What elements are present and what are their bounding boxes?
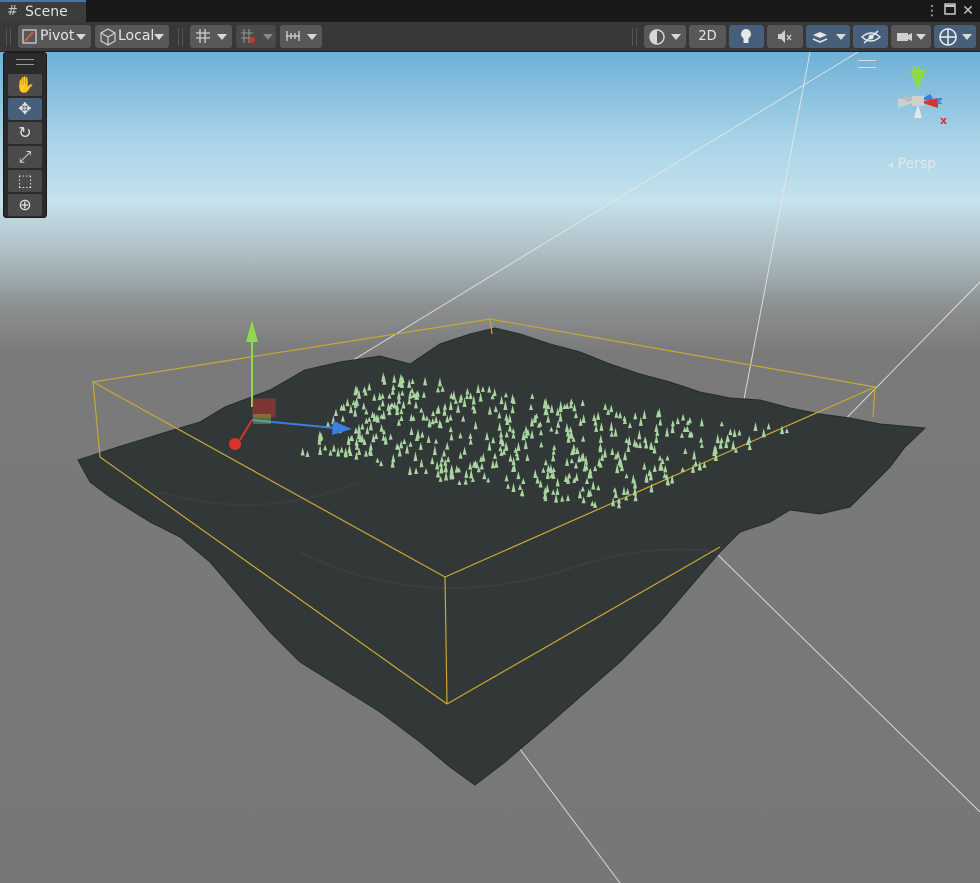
y-axis-label: y: [913, 62, 921, 75]
chevron-down-icon: [154, 34, 164, 40]
gizmo-menu-icon[interactable]: [858, 60, 876, 68]
chevron-down-icon: [263, 34, 273, 40]
move-tool-button[interactable]: ✥: [8, 98, 42, 120]
grid-icon: #: [7, 4, 18, 19]
transform-tool-button[interactable]: ⊕: [8, 194, 42, 216]
transform-icon: ⊕: [18, 195, 32, 214]
rect-tool-button[interactable]: ⬚: [8, 170, 42, 192]
chevron-down-icon: [217, 34, 227, 40]
camera-dropdown[interactable]: [891, 25, 931, 48]
draw-mode-dropdown[interactable]: [644, 25, 686, 48]
increment-snap-dropdown[interactable]: [236, 25, 276, 48]
scene-render: [77, 52, 980, 883]
move-arrows-icon: ✥: [18, 99, 32, 118]
maximize-icon[interactable]: [942, 2, 958, 20]
scale-tool-button[interactable]: ⤢: [8, 146, 42, 168]
scene-toolbar: Pivot Local 2D: [0, 22, 980, 52]
toolbar-separator: [632, 28, 637, 46]
audio-toggle[interactable]: [767, 25, 803, 48]
kebab-menu-icon[interactable]: ⋮: [924, 2, 940, 20]
tab-label: Scene: [25, 4, 68, 20]
scale-icon: ⤢: [18, 147, 32, 166]
rotate-icon: ↻: [18, 123, 32, 142]
toolbar-grip[interactable]: [6, 28, 11, 46]
scene-visibility-toggle[interactable]: [853, 25, 888, 48]
grid-snap-dropdown[interactable]: [190, 25, 232, 48]
lighting-toggle[interactable]: [729, 25, 764, 48]
pivot-dropdown[interactable]: Pivot: [18, 25, 91, 48]
chevron-down-icon: [836, 34, 846, 40]
rect-transform-icon: ⬚: [17, 171, 33, 190]
local-label: Local: [118, 28, 155, 44]
local-dropdown[interactable]: Local: [95, 25, 169, 48]
gizmos-dropdown[interactable]: [934, 25, 976, 48]
chevron-down-icon: [307, 34, 317, 40]
x-axis-label: x: [940, 114, 948, 127]
z-axis-label: z: [936, 94, 943, 107]
hand-tool-button[interactable]: ✋: [8, 74, 42, 96]
pivot-label: Pivot: [40, 28, 75, 44]
chevron-down-icon: [671, 34, 681, 40]
projection-mode-label[interactable]: ◂ Persp: [888, 156, 936, 172]
chevron-down-icon: [962, 34, 972, 40]
persp-label: Persp: [897, 156, 936, 172]
close-icon[interactable]: ✕: [960, 2, 976, 20]
orientation-gizmo[interactable]: y z x: [878, 58, 958, 138]
toggle-2d-button[interactable]: 2D: [689, 25, 726, 48]
scene-viewport[interactable]: [0, 52, 980, 883]
persp-icon: ◂: [888, 160, 894, 171]
tool-palette: ✋ ✥ ↻ ⤢ ⬚ ⊕: [3, 52, 47, 218]
hand-icon: ✋: [15, 75, 35, 94]
chevron-down-icon: [916, 34, 926, 40]
ruler-snap-dropdown[interactable]: [280, 25, 322, 48]
tab-scene[interactable]: # Scene: [0, 0, 86, 22]
toggle-2d-label: 2D: [698, 29, 717, 44]
chevron-down-icon: [76, 34, 86, 40]
toolbar-separator: [178, 28, 183, 46]
tool-palette-handle[interactable]: [16, 59, 34, 65]
rotate-tool-button[interactable]: ↻: [8, 122, 42, 144]
tab-bar: # Scene ⋮ ✕: [0, 0, 980, 22]
effects-dropdown[interactable]: [806, 25, 850, 48]
